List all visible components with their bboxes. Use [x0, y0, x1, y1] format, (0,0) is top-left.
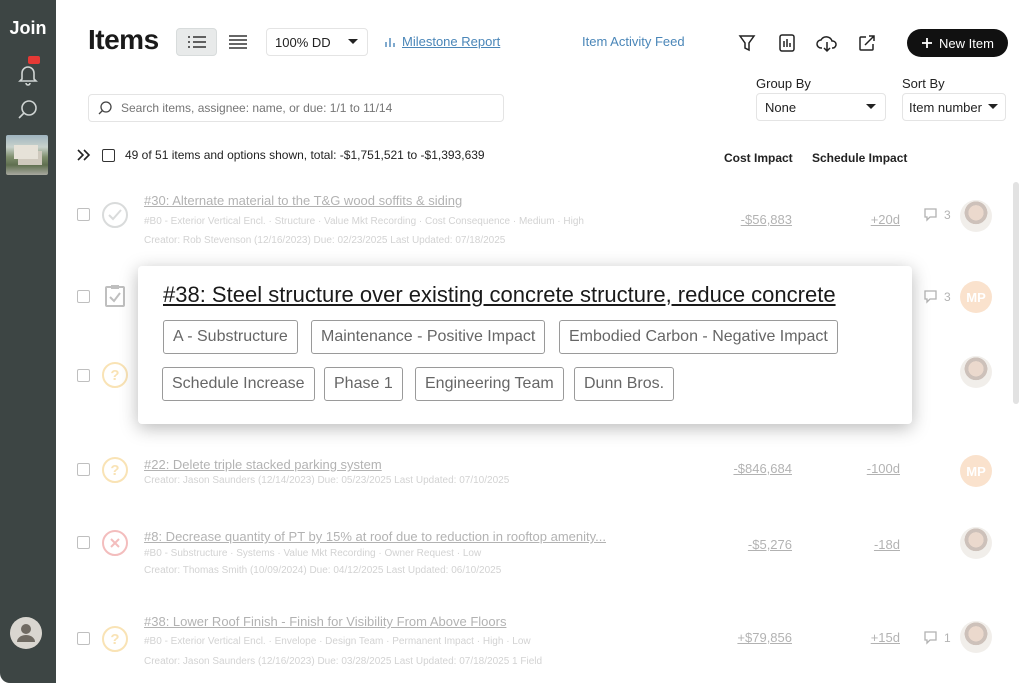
tag-chip[interactable]: Dunn Bros. [574, 367, 675, 401]
plus-icon [922, 38, 933, 48]
milestone-select[interactable]: 100% DD [266, 28, 368, 56]
cost-impact-value[interactable]: -$846,684 [733, 461, 792, 476]
user-profile-avatar[interactable] [10, 617, 42, 649]
item-creator-info: Creator: Rob Stevenson (12/16/2023) Due:… [144, 235, 506, 246]
popover-item-title[interactable]: #38: Steel structure over existing concr… [163, 282, 836, 308]
item-title-link[interactable]: #30: Alternate material to the T&G wood … [144, 193, 462, 208]
view-toggle [176, 28, 258, 56]
milestone-select-value: 100% DD [275, 34, 331, 50]
search-box [88, 94, 504, 122]
compact-view-icon[interactable] [217, 28, 258, 56]
row-checkbox[interactable] [77, 632, 90, 645]
assignee-avatar[interactable] [960, 200, 992, 232]
schedule-impact-value[interactable]: -100d [867, 461, 900, 476]
accepted-check-icon[interactable] [102, 202, 128, 228]
notification-badge [28, 56, 40, 64]
milestone-report-link[interactable]: Milestone Report [384, 34, 500, 49]
chevron-down-icon [988, 104, 998, 109]
assignee-avatar[interactable]: MP [960, 281, 992, 313]
cost-impact-value[interactable]: -$56,883 [741, 212, 792, 227]
sort-by-select[interactable]: Item number [902, 93, 1006, 121]
item-categories: #B0 - Exterior Vertical Encl. · Structur… [144, 216, 584, 227]
comments-count-value: 3 [944, 208, 951, 222]
cloud-download-icon[interactable] [815, 31, 839, 55]
question-status-icon[interactable]: ? [102, 626, 128, 652]
item-creator-info: Creator: Thomas Smith (10/09/2024) Due: … [144, 565, 502, 576]
item-title-link[interactable]: #22: Delete triple stacked parking syste… [144, 457, 382, 472]
notifications-bell-icon[interactable] [14, 56, 42, 88]
new-item-label: New Item [939, 35, 994, 51]
tag-chip[interactable]: Phase 1 [324, 367, 403, 401]
pending-clipboard-icon[interactable] [102, 283, 128, 309]
schedule-impact-value[interactable]: +15d [871, 630, 900, 645]
tag-chip[interactable]: Schedule Increase [162, 367, 315, 401]
comment-icon [924, 208, 937, 222]
comment-icon [924, 290, 937, 304]
group-by-label: Group By [756, 76, 811, 91]
item-categories: #B0 - Substructure · Systems · Value Mkt… [144, 548, 482, 559]
tag-chip[interactable]: Maintenance - Positive Impact [311, 320, 546, 354]
assignee-avatar[interactable]: MP [960, 455, 992, 487]
cost-impact-header[interactable]: Cost Impact [724, 151, 793, 165]
summary-text: 49 of 51 items and options shown, total:… [125, 148, 485, 162]
tag-chip[interactable]: Engineering Team [415, 367, 564, 401]
assignee-avatar[interactable] [960, 356, 992, 388]
bar-chart-icon [385, 37, 395, 47]
group-by-value: None [765, 99, 797, 115]
new-item-button[interactable]: New Item [907, 29, 1008, 57]
tag-chip[interactable]: Embodied Carbon - Negative Impact [559, 320, 838, 354]
item-activity-feed-link[interactable]: Item Activity Feed [582, 34, 685, 49]
app-logo[interactable]: Join [0, 18, 56, 39]
question-status-icon[interactable]: ? [102, 362, 128, 388]
report-icon[interactable] [775, 31, 799, 55]
expand-all-icon[interactable] [76, 149, 92, 161]
comments-count[interactable]: 3 [924, 208, 951, 222]
search-input[interactable] [121, 101, 491, 115]
chevron-down-icon [348, 39, 358, 44]
filter-icon[interactable] [735, 31, 759, 55]
row-checkbox[interactable] [77, 463, 90, 476]
item-title-link[interactable]: #38: Lower Roof Finish - Finish for Visi… [144, 614, 506, 629]
sort-by-label: Sort By [902, 76, 945, 91]
schedule-impact-value[interactable]: -18d [874, 537, 900, 552]
row-checkbox[interactable] [77, 369, 90, 382]
row-checkbox[interactable] [77, 290, 90, 303]
tag-chip[interactable]: A - Substructure [163, 320, 298, 354]
group-by-select[interactable]: None [756, 93, 886, 121]
cost-impact-value[interactable]: -$5,276 [748, 537, 792, 552]
item-creator-info: Creator: Jason Saunders (12/16/2023) Due… [144, 656, 543, 667]
item-title-link[interactable]: #8: Decrease quantity of PT by 15% at ro… [144, 529, 606, 544]
comments-count[interactable]: 1 [924, 631, 951, 645]
milestone-report-label: Milestone Report [402, 34, 501, 49]
sidebar: Join [0, 0, 56, 683]
row-checkbox[interactable] [77, 208, 90, 221]
scrollbar[interactable] [1013, 182, 1019, 404]
question-status-icon[interactable]: ? [102, 457, 128, 483]
assignee-avatar[interactable] [960, 621, 992, 653]
comments-count-value: 3 [944, 290, 951, 304]
item-creator-info: Creator: Jason Saunders (12/14/2023) Due… [144, 475, 510, 486]
comment-icon [924, 631, 937, 645]
assignee-avatar[interactable] [960, 527, 992, 559]
schedule-impact-value[interactable]: +20d [871, 212, 900, 227]
chevron-down-icon [866, 104, 876, 109]
page-title: Items [88, 24, 159, 55]
comments-count-value: 1 [944, 631, 951, 645]
share-export-icon[interactable] [855, 31, 879, 55]
select-all-checkbox[interactable] [102, 148, 115, 162]
summary-row: 49 of 51 items and options shown, total:… [76, 148, 485, 162]
list-view-icon[interactable] [176, 28, 217, 56]
item-categories: #B0 - Exterior Vertical Encl. · Envelope… [144, 636, 531, 647]
cost-impact-value[interactable]: +$79,856 [737, 630, 792, 645]
rejected-x-icon[interactable] [102, 530, 128, 556]
schedule-impact-header[interactable]: Schedule Impact [812, 151, 907, 165]
sort-by-value: Item number [909, 99, 982, 115]
search-icon[interactable] [14, 96, 42, 124]
row-checkbox[interactable] [77, 536, 90, 549]
comments-count[interactable]: 3 [924, 290, 951, 304]
search-icon [98, 101, 112, 115]
item-preview-popover: #38: Steel structure over existing concr… [138, 266, 912, 424]
project-thumbnail[interactable] [6, 135, 48, 175]
